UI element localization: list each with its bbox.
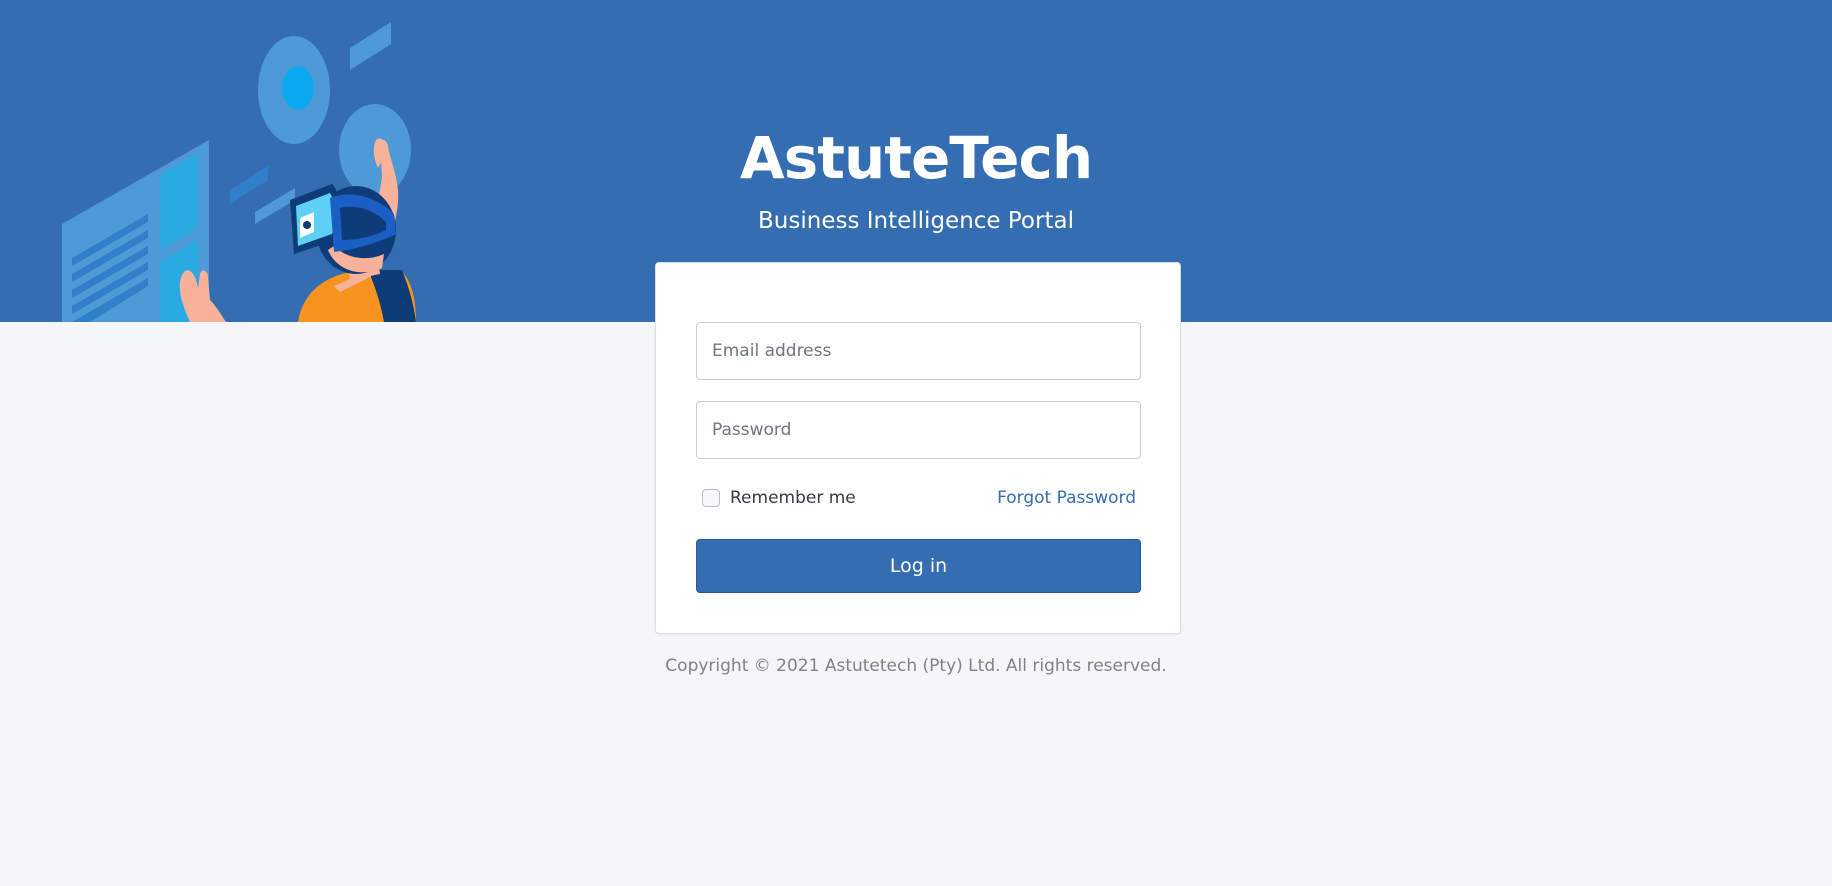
login-options-row: Remember me Forgot Password xyxy=(696,485,1141,513)
forgot-password-link[interactable]: Forgot Password xyxy=(997,487,1136,509)
login-card: Remember me Forgot Password Log in xyxy=(655,262,1181,634)
password-input[interactable] xyxy=(696,401,1141,459)
remember-me-label[interactable]: Remember me xyxy=(730,487,856,509)
email-input[interactable] xyxy=(696,322,1141,380)
copyright-text: Copyright © 2021 Astutetech (Pty) Ltd. A… xyxy=(665,656,1167,676)
login-button[interactable]: Log in xyxy=(696,539,1141,593)
brand-subtitle: Business Intelligence Portal xyxy=(758,208,1074,234)
remember-me-checkbox[interactable] xyxy=(702,489,720,507)
brand-title: AstuteTech xyxy=(739,124,1093,192)
